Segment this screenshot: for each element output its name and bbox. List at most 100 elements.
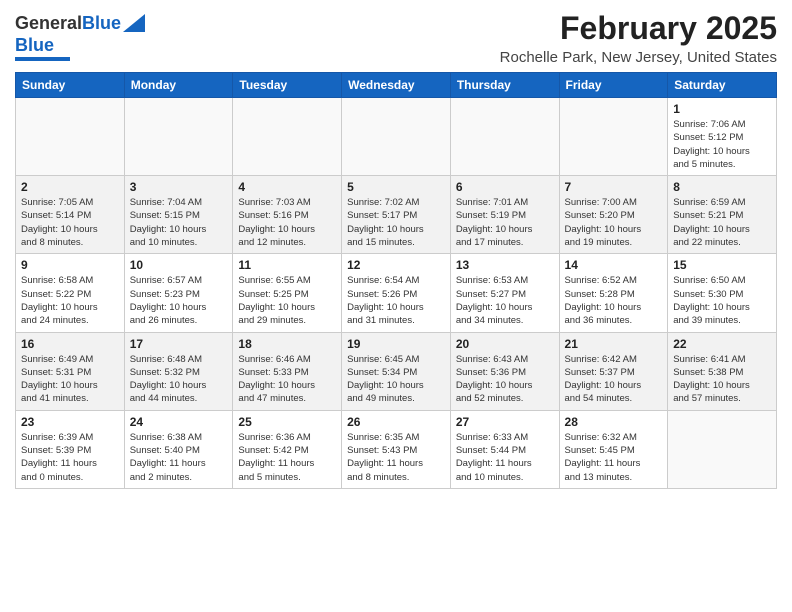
- header-saturday: Saturday: [668, 73, 777, 98]
- table-row: 17Sunrise: 6:48 AMSunset: 5:32 PMDayligh…: [124, 332, 233, 410]
- day-number: 19: [347, 337, 445, 351]
- table-row: [668, 410, 777, 488]
- table-row: [342, 98, 451, 176]
- day-info: Sunrise: 7:04 AMSunset: 5:15 PMDaylight:…: [130, 196, 228, 249]
- table-row: [233, 98, 342, 176]
- day-number: 9: [21, 258, 119, 272]
- table-row: [124, 98, 233, 176]
- day-number: 27: [456, 415, 554, 429]
- header-tuesday: Tuesday: [233, 73, 342, 98]
- table-row: 7Sunrise: 7:00 AMSunset: 5:20 PMDaylight…: [559, 176, 668, 254]
- day-info: Sunrise: 6:57 AMSunset: 5:23 PMDaylight:…: [130, 274, 228, 327]
- table-row: 26 Sunrise: 6:35 AMSunset: 5:43 PMDayligh…: [342, 410, 451, 488]
- table-row: 18 Sunrise: 6:46 AMSunset: 5:33 PMDayligh…: [233, 332, 342, 410]
- day-info: Sunrise: 7:01 AMSunset: 5:19 PMDaylight:…: [456, 196, 554, 249]
- header-monday: Monday: [124, 73, 233, 98]
- day-info: Sunrise: 6:54 AMSunset: 5:26 PMDaylight:…: [347, 274, 445, 327]
- day-number: 26: [347, 415, 445, 429]
- day-number: 25: [238, 415, 336, 429]
- table-row: 22Sunrise: 6:41 AMSunset: 5:38 PMDayligh…: [668, 332, 777, 410]
- logo-bar: [15, 57, 70, 61]
- table-row: 8 Sunrise: 6:59 AMSunset: 5:21 PMDaylight…: [668, 176, 777, 254]
- day-info: Sunrise: 6:32 AMSunset: 5:45 PMDaylight:…: [565, 431, 663, 484]
- table-row: 20Sunrise: 6:43 AMSunset: 5:36 PMDayligh…: [450, 332, 559, 410]
- table-row: 4 Sunrise: 7:03 AMSunset: 5:16 PMDaylight…: [233, 176, 342, 254]
- logo-blue-text: Blue: [15, 35, 54, 56]
- table-row: 28 Sunrise: 6:32 AMSunset: 5:45 PMDayligh…: [559, 410, 668, 488]
- day-number: 4: [238, 180, 336, 194]
- calendar-header-row: Sunday Monday Tuesday Wednesday Thursday…: [16, 73, 777, 98]
- calendar-week-row: 16 Sunrise: 6:49 AMSunset: 5:31 PMDayligh…: [16, 332, 777, 410]
- day-info: Sunrise: 6:45 AMSunset: 5:34 PMDaylight:…: [347, 353, 445, 406]
- table-row: 12Sunrise: 6:54 AMSunset: 5:26 PMDayligh…: [342, 254, 451, 332]
- header-wednesday: Wednesday: [342, 73, 451, 98]
- logo: GeneralBlue Blue: [15, 14, 145, 61]
- table-row: [450, 98, 559, 176]
- day-info: Sunrise: 6:46 AMSunset: 5:33 PMDaylight:…: [238, 353, 336, 406]
- logo-blue: Blue: [82, 13, 121, 33]
- day-number: 5: [347, 180, 445, 194]
- day-info: Sunrise: 6:49 AMSunset: 5:31 PMDaylight:…: [21, 353, 119, 406]
- day-info: Sunrise: 6:53 AMSunset: 5:27 PMDaylight:…: [456, 274, 554, 327]
- day-number: 8: [673, 180, 771, 194]
- day-number: 28: [565, 415, 663, 429]
- day-info: Sunrise: 6:59 AMSunset: 5:21 PMDaylight:…: [673, 196, 771, 249]
- calendar-week-row: 23 Sunrise: 6:39 AMSunset: 5:39 PMDayligh…: [16, 410, 777, 488]
- day-number: 20: [456, 337, 554, 351]
- day-number: 3: [130, 180, 228, 194]
- day-number: 16: [21, 337, 119, 351]
- logo-arrow-icon: [123, 14, 145, 32]
- day-info: Sunrise: 7:00 AMSunset: 5:20 PMDaylight:…: [565, 196, 663, 249]
- table-row: 13 Sunrise: 6:53 AMSunset: 5:27 PMDayligh…: [450, 254, 559, 332]
- day-info: Sunrise: 6:55 AMSunset: 5:25 PMDaylight:…: [238, 274, 336, 327]
- day-info: Sunrise: 6:35 AMSunset: 5:43 PMDaylight:…: [347, 431, 445, 484]
- day-number: 23: [21, 415, 119, 429]
- table-row: 9 Sunrise: 6:58 AMSunset: 5:22 PMDaylight…: [16, 254, 125, 332]
- day-info: Sunrise: 6:52 AMSunset: 5:28 PMDaylight:…: [565, 274, 663, 327]
- day-info: Sunrise: 6:58 AMSunset: 5:22 PMDaylight:…: [21, 274, 119, 327]
- calendar-week-row: 9 Sunrise: 6:58 AMSunset: 5:22 PMDaylight…: [16, 254, 777, 332]
- table-row: 3 Sunrise: 7:04 AMSunset: 5:15 PMDaylight…: [124, 176, 233, 254]
- table-row: 15 Sunrise: 6:50 AMSunset: 5:30 PMDayligh…: [668, 254, 777, 332]
- day-number: 24: [130, 415, 228, 429]
- day-info: Sunrise: 6:33 AMSunset: 5:44 PMDaylight:…: [456, 431, 554, 484]
- day-number: 6: [456, 180, 554, 194]
- logo-general: General: [15, 13, 82, 33]
- day-number: 18: [238, 337, 336, 351]
- day-info: Sunrise: 6:36 AMSunset: 5:42 PMDaylight:…: [238, 431, 336, 484]
- day-info: Sunrise: 6:42 AMSunset: 5:37 PMDaylight:…: [565, 353, 663, 406]
- table-row: 11Sunrise: 6:55 AMSunset: 5:25 PMDayligh…: [233, 254, 342, 332]
- table-row: 21Sunrise: 6:42 AMSunset: 5:37 PMDayligh…: [559, 332, 668, 410]
- day-info: Sunrise: 6:48 AMSunset: 5:32 PMDaylight:…: [130, 353, 228, 406]
- day-info: Sunrise: 6:38 AMSunset: 5:40 PMDaylight:…: [130, 431, 228, 484]
- day-number: 14: [565, 258, 663, 272]
- table-row: 19 Sunrise: 6:45 AMSunset: 5:34 PMDayligh…: [342, 332, 451, 410]
- table-row: [16, 98, 125, 176]
- day-number: 1: [673, 102, 771, 116]
- table-row: 10Sunrise: 6:57 AMSunset: 5:23 PMDayligh…: [124, 254, 233, 332]
- calendar-table: Sunday Monday Tuesday Wednesday Thursday…: [15, 72, 777, 489]
- table-row: 24 Sunrise: 6:38 AMSunset: 5:40 PMDayligh…: [124, 410, 233, 488]
- day-number: 2: [21, 180, 119, 194]
- calendar-week-row: 1Sunrise: 7:06 AMSunset: 5:12 PMDaylight…: [16, 98, 777, 176]
- day-info: Sunrise: 6:39 AMSunset: 5:39 PMDaylight:…: [21, 431, 119, 484]
- title-area: February 2025 Rochelle Park, New Jersey,…: [500, 10, 777, 66]
- table-row: 14 Sunrise: 6:52 AMSunset: 5:28 PMDayligh…: [559, 254, 668, 332]
- day-number: 15: [673, 258, 771, 272]
- table-row: 23 Sunrise: 6:39 AMSunset: 5:39 PMDayligh…: [16, 410, 125, 488]
- header-thursday: Thursday: [450, 73, 559, 98]
- table-row: 5Sunrise: 7:02 AMSunset: 5:17 PMDaylight…: [342, 176, 451, 254]
- header-friday: Friday: [559, 73, 668, 98]
- day-info: Sunrise: 6:50 AMSunset: 5:30 PMDaylight:…: [673, 274, 771, 327]
- day-info: Sunrise: 7:03 AMSunset: 5:16 PMDaylight:…: [238, 196, 336, 249]
- subtitle: Rochelle Park, New Jersey, United States: [500, 49, 777, 66]
- table-row: 16 Sunrise: 6:49 AMSunset: 5:31 PMDayligh…: [16, 332, 125, 410]
- page-container: GeneralBlue Blue February 2025 Rochelle …: [0, 0, 792, 497]
- day-number: 22: [673, 337, 771, 351]
- day-info: Sunrise: 7:05 AMSunset: 5:14 PMDaylight:…: [21, 196, 119, 249]
- table-row: 1Sunrise: 7:06 AMSunset: 5:12 PMDaylight…: [668, 98, 777, 176]
- table-row: 6 Sunrise: 7:01 AMSunset: 5:19 PMDaylight…: [450, 176, 559, 254]
- table-row: [559, 98, 668, 176]
- day-number: 13: [456, 258, 554, 272]
- calendar-week-row: 2 Sunrise: 7:05 AMSunset: 5:14 PMDaylight…: [16, 176, 777, 254]
